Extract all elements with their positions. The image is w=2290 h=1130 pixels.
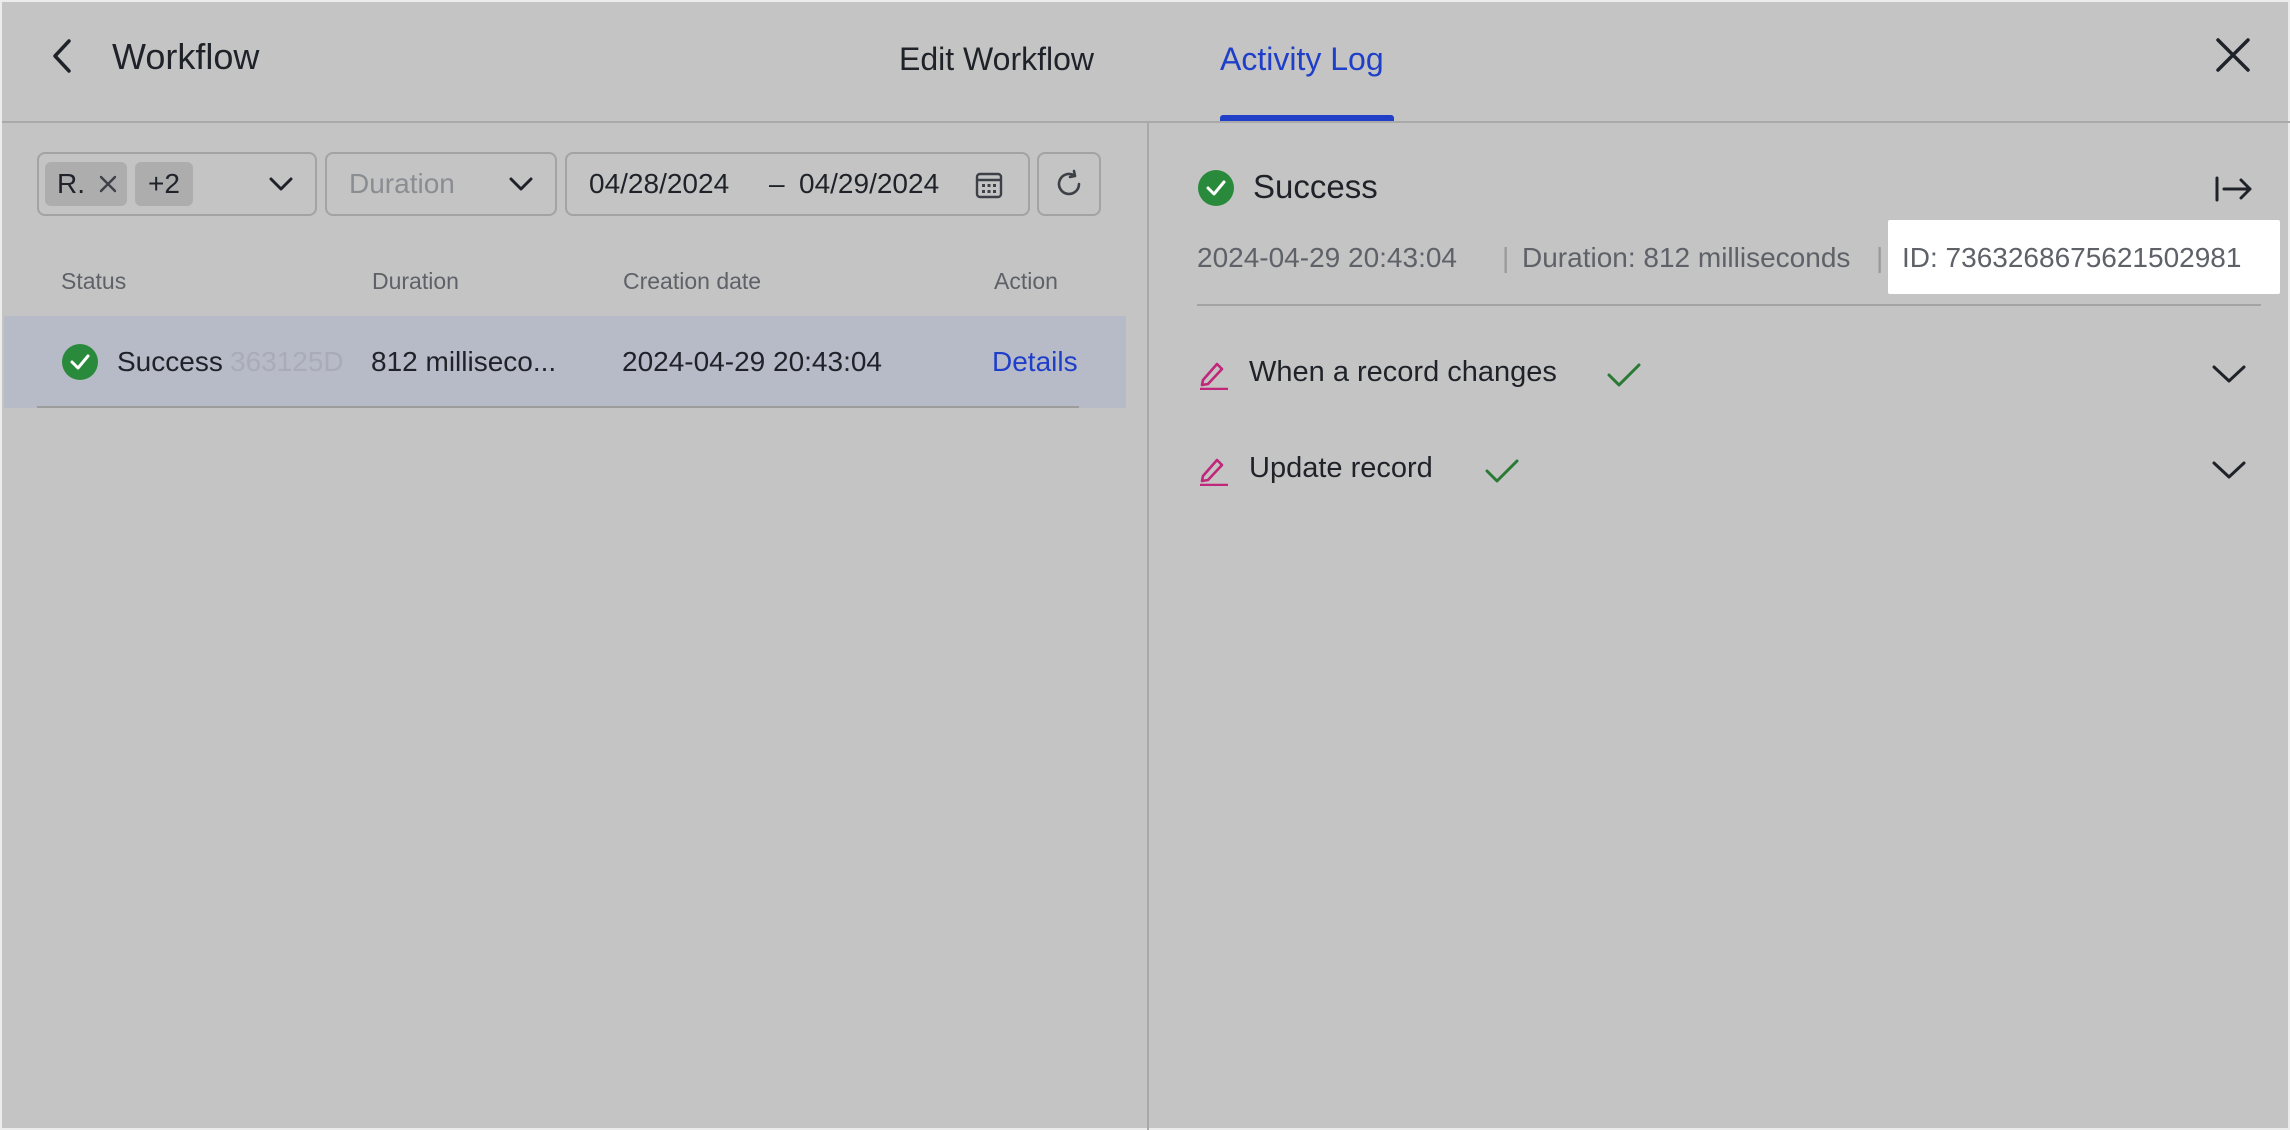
close-icon — [2216, 38, 2250, 72]
step-label: When a record changes — [1249, 356, 1557, 388]
more-chips-badge: +2 — [135, 162, 193, 206]
step-item[interactable]: Update record — [1197, 446, 2261, 496]
check-icon — [1485, 459, 1519, 483]
row-ghost-text: 363125D — [230, 346, 344, 377]
calendar-icon[interactable] — [975, 171, 1003, 199]
detail-timestamp: 2024-04-29 20:43:04 — [1197, 242, 1457, 273]
refresh-button[interactable] — [1037, 152, 1101, 216]
date-range-picker[interactable]: 04/28/2024 – 04/29/2024 — [565, 152, 1030, 216]
chevron-down-icon[interactable] — [2211, 458, 2247, 482]
detail-run-id[interactable]: ID: 7363268675621502981 — [1902, 242, 2241, 274]
column-header-action: Action — [994, 268, 1058, 294]
header: Workflow Edit Workflow Activity Log — [2, 2, 2290, 123]
detail-status: Success — [1253, 168, 1378, 205]
panel-divider — [1147, 123, 1149, 1130]
activity-log-dialog: Workflow Edit Workflow Activity Log R. +… — [0, 0, 2290, 1130]
tab-edit-workflow[interactable]: Edit Workflow — [899, 38, 1094, 80]
row-divider — [37, 406, 1079, 408]
duration-dropdown[interactable] — [507, 172, 535, 196]
page-title: Workflow — [112, 36, 260, 77]
meta-separator: | — [1876, 242, 1884, 273]
chevron-down-icon[interactable] — [2211, 362, 2247, 386]
detail-divider — [1197, 304, 2261, 306]
filter-chip-label: R. — [57, 168, 85, 199]
step-item[interactable]: When a record changes — [1197, 350, 2261, 400]
success-icon — [62, 344, 98, 380]
column-header-status: Status — [61, 268, 127, 294]
close-icon — [99, 175, 117, 193]
details-link[interactable]: Details — [992, 346, 1078, 378]
back-button[interactable] — [42, 36, 82, 76]
duration-filter-select[interactable]: Duration — [325, 152, 557, 216]
filter-chip: R. — [45, 162, 127, 206]
date-separator: – — [769, 168, 785, 199]
date-from[interactable]: 04/28/2024 — [589, 168, 729, 200]
refresh-icon — [1057, 169, 1081, 196]
step-label: Update record — [1249, 452, 1433, 484]
chevron-down-icon — [269, 177, 293, 191]
pen-icon — [1200, 458, 1228, 486]
date-to[interactable]: 04/29/2024 — [799, 168, 939, 200]
pen-icon — [1200, 362, 1228, 390]
column-header-duration: Duration — [372, 268, 459, 294]
collapse-panel-icon — [2215, 176, 2252, 202]
remove-chip-button[interactable] — [99, 175, 117, 193]
detail-duration: Duration: 812 milliseconds — [1522, 242, 1851, 273]
chevron-left-icon — [53, 39, 71, 73]
tab-activity-log[interactable]: Activity Log — [1220, 38, 1384, 80]
active-tab-indicator — [1220, 115, 1394, 121]
row-duration: 812 milliseco... — [371, 346, 557, 377]
user-filter-select[interactable]: R. +2 — [37, 152, 317, 216]
row-status: Success — [117, 346, 223, 377]
duration-placeholder: Duration — [349, 168, 455, 199]
meta-separator: | — [1502, 242, 1510, 273]
success-icon — [1198, 170, 1234, 206]
collapse-panel-button[interactable] — [2212, 172, 2256, 206]
column-header-creation-date: Creation date — [623, 268, 762, 294]
user-filter-dropdown[interactable] — [267, 172, 295, 196]
check-icon — [1607, 363, 1641, 387]
row-creation-date: 2024-04-29 20:43:04 — [622, 346, 882, 377]
close-button[interactable] — [2210, 32, 2256, 78]
chevron-down-icon — [509, 177, 533, 191]
